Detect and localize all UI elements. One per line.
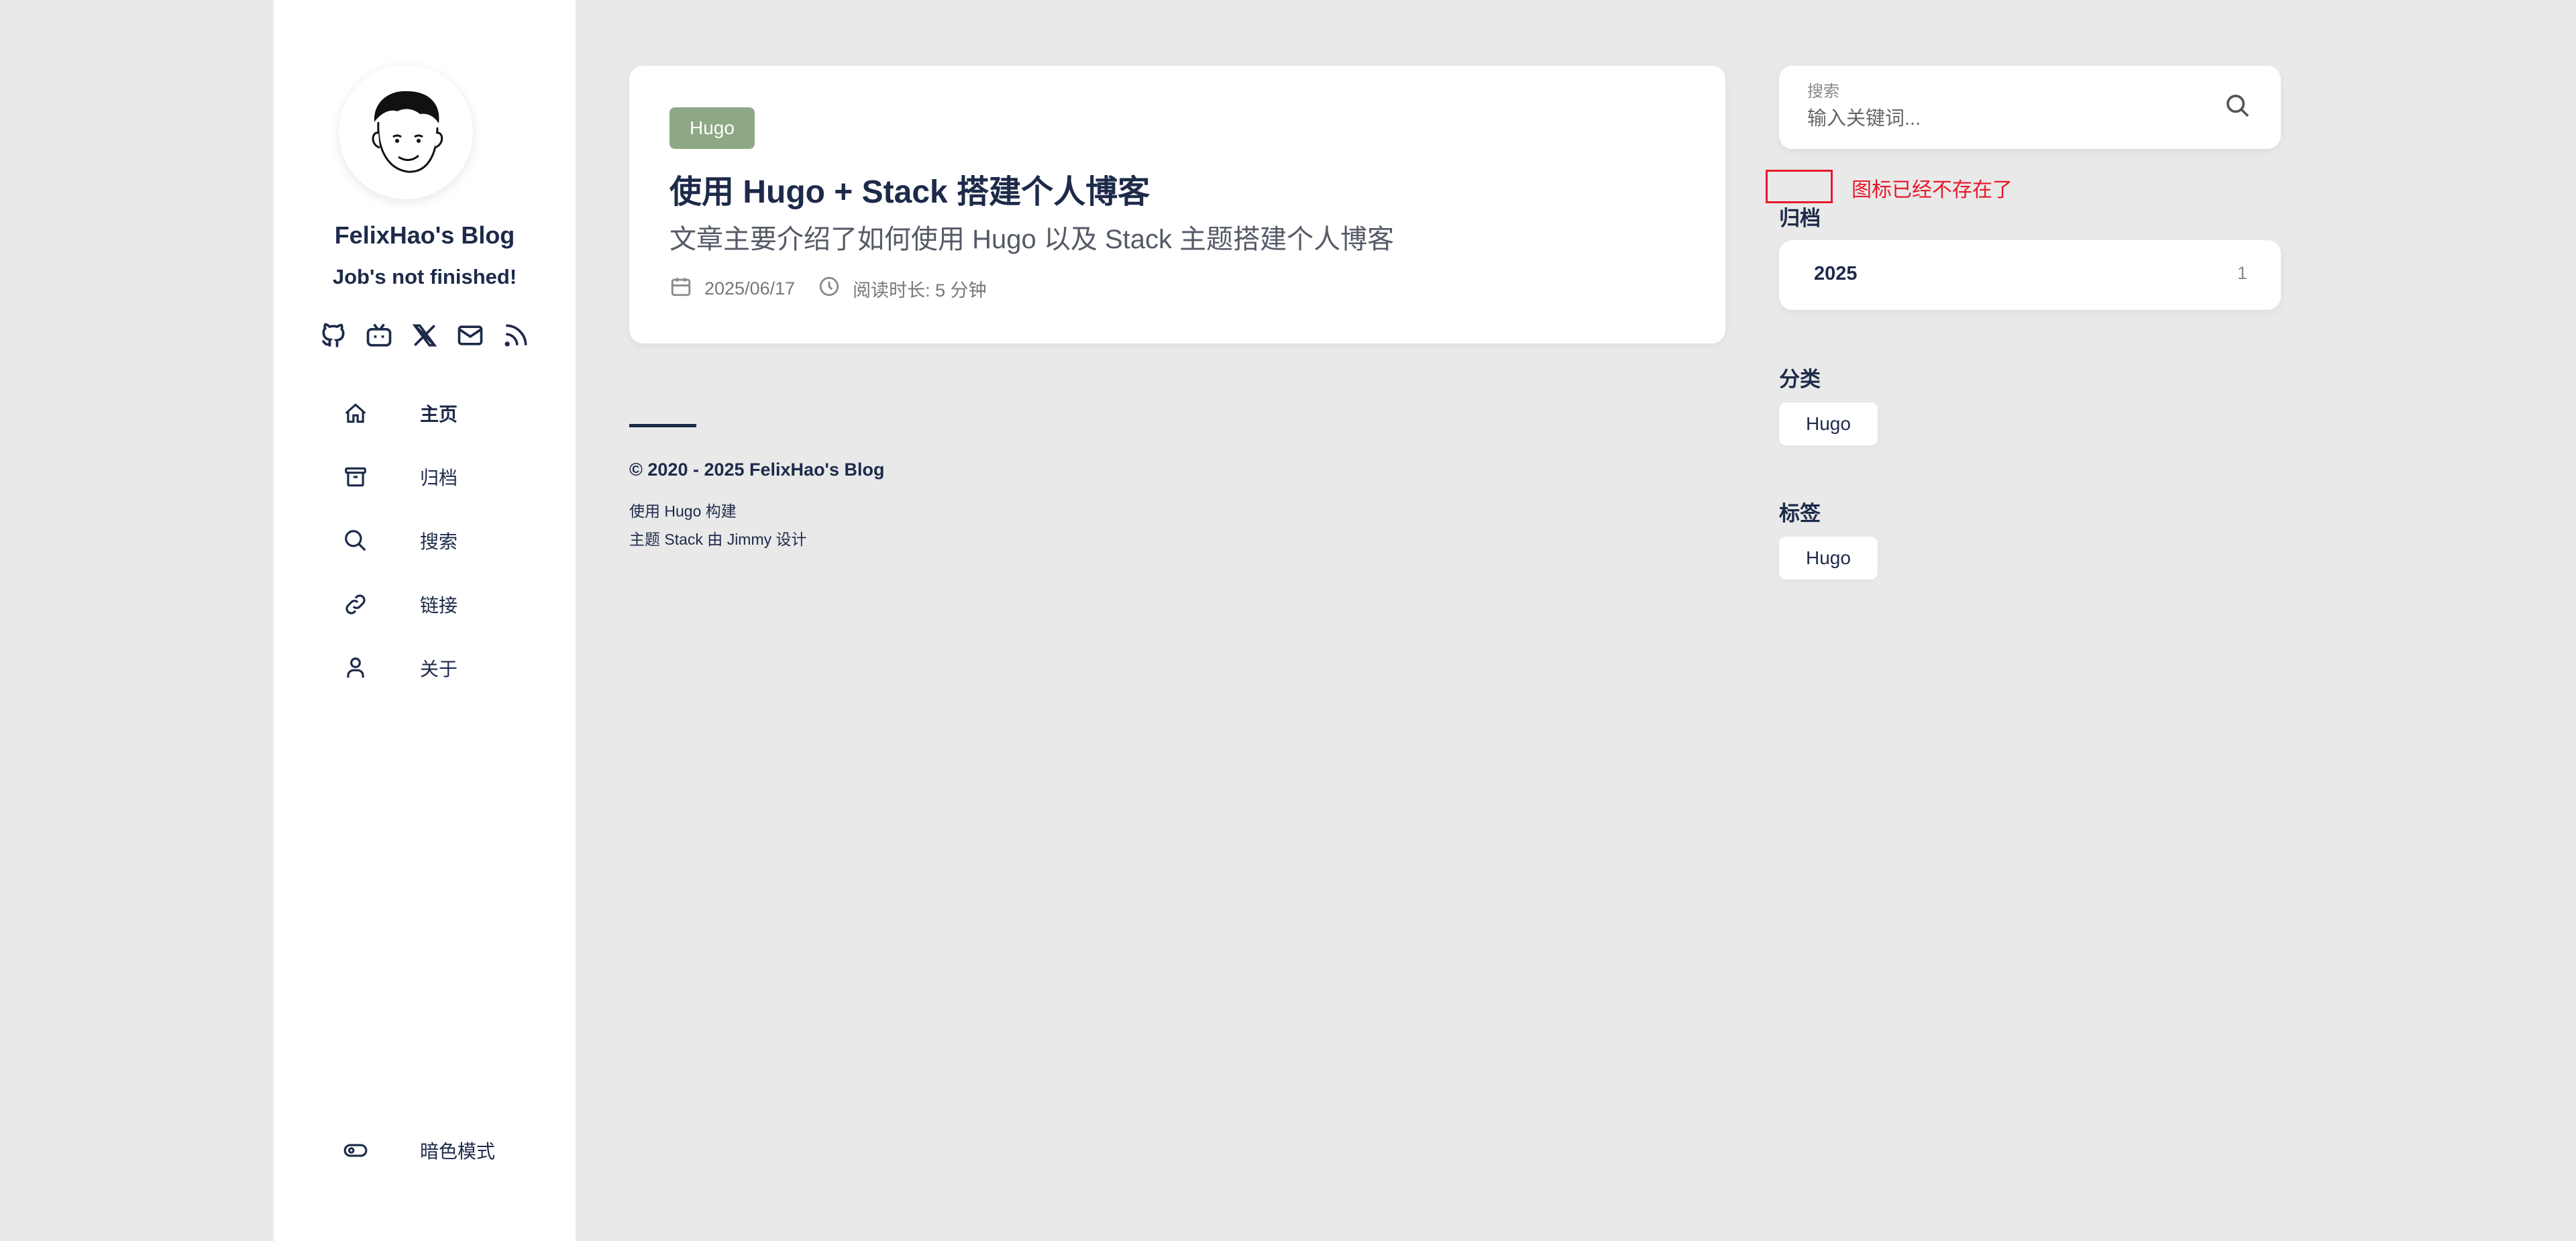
footer-theme-credit: 主题 Stack 由 Jimmy 设计 <box>629 531 807 548</box>
category-chip[interactable]: Hugo <box>1779 402 1878 445</box>
search-icon <box>341 526 370 555</box>
site-description: Job's not finished! <box>332 265 517 288</box>
nav-item-home[interactable]: 主页 <box>341 393 542 433</box>
dark-mode-toggle[interactable]: 暗色模式 <box>341 1130 542 1171</box>
article-title[interactable]: 使用 Hugo + Stack 搭建个人博客 <box>669 165 1150 212</box>
footer-divider <box>629 424 696 427</box>
clock-icon <box>818 275 841 303</box>
x-icon[interactable] <box>408 319 441 352</box>
tags-title: 标签 <box>1779 502 1821 525</box>
avatar-face-icon <box>372 91 443 173</box>
link-icon <box>341 590 370 619</box>
github-icon[interactable] <box>317 319 350 352</box>
site-name[interactable]: FelixHao's Blog <box>274 221 576 250</box>
article-card[interactable]: Hugo 使用 Hugo + Stack 搭建个人博客 文章主要介绍了如何使用 … <box>629 66 1725 343</box>
nav-item-label: 主页 <box>420 404 458 425</box>
nav-item-about[interactable]: 关于 <box>341 648 542 688</box>
mail-icon[interactable] <box>453 319 487 352</box>
search-label: 搜索 <box>1807 83 1839 101</box>
user-icon <box>341 653 370 683</box>
category-tag[interactable]: Hugo <box>669 107 755 149</box>
archive-year-item[interactable]: 2025 1 <box>1779 240 2281 310</box>
tag-chip[interactable]: Hugo <box>1779 537 1878 580</box>
nav-item-label: 链接 <box>420 595 458 616</box>
article-meta: 2025/06/17 阅读时长: 5 分钟 <box>669 274 987 303</box>
social-links <box>317 317 538 354</box>
nav-item-label: 关于 <box>420 659 458 680</box>
archive-year: 2025 <box>1814 263 1858 284</box>
nav-item-label: 归档 <box>420 468 458 488</box>
calendar-icon <box>669 275 692 303</box>
left-sidebar: FelixHao's Blog Job's not finished! 主页 归… <box>274 0 576 1241</box>
dark-mode-label: 暗色模式 <box>420 1141 496 1162</box>
nav-item-links[interactable]: 链接 <box>341 584 542 625</box>
search-input[interactable] <box>1806 103 2184 134</box>
rss-icon[interactable] <box>499 319 533 352</box>
bilibili-icon[interactable] <box>362 319 396 352</box>
footer-copyright: © 2020 - 2025 FelixHao's Blog <box>629 460 885 480</box>
categories-title: 分类 <box>1779 368 1821 391</box>
home-icon <box>341 398 370 428</box>
article-subtitle: 文章主要介绍了如何使用 Hugo 以及 Stack 主题搭建个人博客 <box>669 225 1395 254</box>
archives-title: 归档 <box>1779 207 1821 230</box>
annotation-text: 图标已经不存在了 <box>1851 179 2012 201</box>
archive-icon <box>341 462 370 492</box>
nav-item-archives[interactable]: 归档 <box>341 457 542 497</box>
reading-time: 阅读时长: 5 分钟 <box>853 280 987 301</box>
nav-item-search[interactable]: 搜索 <box>341 521 542 561</box>
search-button[interactable] <box>2224 93 2254 122</box>
article-date: 2025/06/17 <box>704 278 796 299</box>
archive-count: 1 <box>2237 263 2247 283</box>
search-icon <box>2226 95 2249 117</box>
footer-built-with: 使用 Hugo 构建 <box>629 502 737 520</box>
toggle-icon <box>341 1136 370 1165</box>
nav-item-label: 搜索 <box>420 531 458 552</box>
annotation-box <box>1766 170 1833 203</box>
avatar[interactable] <box>339 65 473 199</box>
search-widget: 搜索 <box>1779 66 2281 149</box>
